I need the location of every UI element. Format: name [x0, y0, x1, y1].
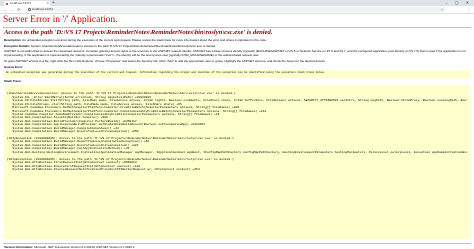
- exception-details-label: Exception Details:: [4, 43, 31, 48]
- info-icon[interactable]: [27, 8, 31, 11]
- error-page: Server Error in '/' Application. Access …: [3, 14, 471, 249]
- exception-details-text: System.UnauthorizedAccessException: Acce…: [30, 43, 216, 48]
- version-text: Microsoft .NET Framework Version:4.0.303…: [34, 244, 135, 249]
- explanation-paragraph-1: ASP.NET is not authorized to access the …: [4, 49, 466, 58]
- address-bar[interactable]: localhost:14474: [26, 7, 446, 12]
- browser-toolbar: ← → ⟳ localhost:14474 ☆ ⋮: [0, 6, 474, 14]
- bookmark-star-icon[interactable]: ☆: [440, 6, 444, 13]
- forward-button[interactable]: →: [10, 6, 14, 13]
- error-favicon-icon: [6, 2, 8, 5]
- description-text: An unhandled exception occurred during t…: [22, 38, 267, 42]
- stack-trace-line: [7, 171, 467, 174]
- description-block: Description: An unhandled exception occu…: [4, 38, 471, 43]
- reload-button[interactable]: ⟳: [17, 6, 20, 13]
- version-divider: [3, 242, 471, 244]
- stack-trace-box: [UnauthorizedAccessException: Access to …: [4, 84, 470, 239]
- address-url: localhost:14474: [32, 7, 54, 11]
- tab-title: localhost:14474: [10, 1, 32, 5]
- explanation-paragraph-2: To grant ASP.NET access to a file, right…: [4, 58, 326, 63]
- exception-details-block: Exception Details: System.UnauthorizedAc…: [4, 43, 471, 49]
- stack-trace-label: Stack Trace:: [4, 79, 22, 84]
- stack-trace-line: System.Web.Hosting.HostingEnvironment.In…: [7, 150, 467, 154]
- version-information: Version Information: Microsoft .NET Fram…: [4, 245, 471, 249]
- error-subtitle: Access to the path 'D:\VS 17 Projects\Re…: [4, 29, 273, 36]
- version-label: Version Information:: [4, 244, 34, 249]
- title-divider: [3, 27, 471, 28]
- browser-menu-icon[interactable]: ⋮: [467, 6, 471, 13]
- description-label: Description:: [4, 38, 22, 42]
- source-error-label: Source Error:: [4, 64, 24, 69]
- back-button[interactable]: ←: [3, 6, 7, 13]
- source-error-box: An unhandled exception was generated dur…: [4, 70, 470, 79]
- page-title: Server Error in '/' Application.: [3, 15, 118, 25]
